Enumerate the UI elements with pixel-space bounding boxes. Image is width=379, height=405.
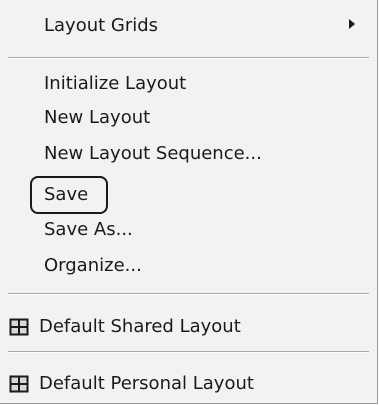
menu-item-save-as[interactable]: Save As... <box>44 212 133 248</box>
menu-item-label: Save <box>44 184 89 205</box>
menu-item-label: New Layout Sequence... <box>44 143 262 164</box>
menu-item-label: Layout Grids <box>44 15 159 36</box>
menu-item-label: Default Personal Layout <box>39 373 254 394</box>
menu-item-organize[interactable]: Organize... <box>44 248 142 284</box>
menu-separator <box>8 293 369 295</box>
menu-item-label: New Layout <box>44 107 151 128</box>
menu-item-label: Default Shared Layout <box>39 316 241 337</box>
menu-item-initialize-layout[interactable]: Initialize Layout <box>44 66 186 102</box>
menu-item-layout-grids[interactable]: Layout Grids <box>44 8 344 44</box>
menu-item-default-personal-layout[interactable]: Default Personal Layout <box>39 366 254 402</box>
grid-layout-icon <box>9 318 29 336</box>
menu-separator <box>8 351 369 353</box>
menu-item-label: Initialize Layout <box>44 73 187 94</box>
menu-separator <box>8 57 369 59</box>
menu-item-save[interactable]: Save <box>44 177 88 213</box>
menu-item-label: Save As... <box>44 219 133 240</box>
context-menu: Layout Grids Initialize Layout New Layou… <box>0 0 378 404</box>
menu-item-default-shared-layout[interactable]: Default Shared Layout <box>39 309 241 345</box>
grid-layout-icon <box>9 375 29 393</box>
triangle-right-icon <box>349 19 355 29</box>
menu-item-label: Organize... <box>44 255 142 276</box>
menu-item-new-layout[interactable]: New Layout <box>44 100 150 136</box>
menu-item-new-layout-sequence[interactable]: New Layout Sequence... <box>44 136 262 172</box>
